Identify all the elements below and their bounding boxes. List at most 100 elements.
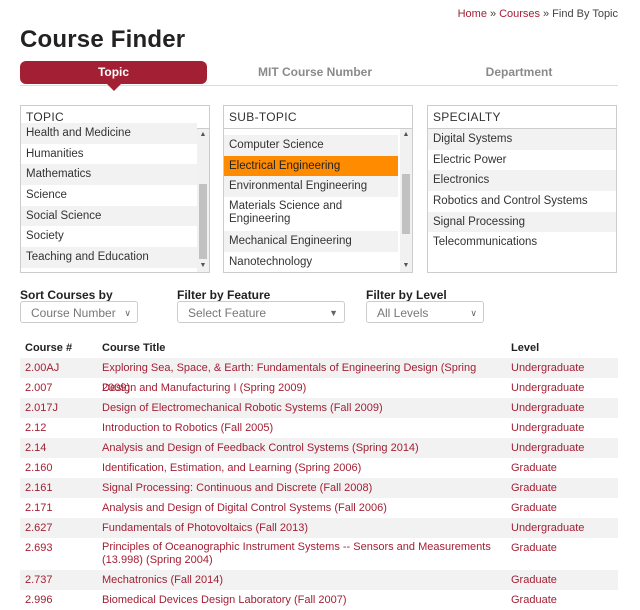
table-row: 2.14 Analysis and Design of Feedback Cont…: [20, 438, 618, 458]
table-row: 2.627 Fundamentals of Photovoltaics (Fall…: [20, 518, 618, 538]
course-level-link[interactable]: Graduate: [511, 570, 557, 590]
table-row: 2.017J Design of Electromechanical Roboti…: [20, 398, 618, 418]
specialty-item[interactable]: Telecommunications: [428, 232, 616, 253]
subtopic-item[interactable]: Nanotechnology: [224, 252, 398, 272]
specialty-header: SPECIALTY: [428, 106, 616, 129]
chevron-down-icon: ∨: [124, 308, 131, 318]
breadcrumb-current: Find By Topic: [552, 8, 618, 20]
scroll-up-icon[interactable]: ▲: [197, 129, 209, 141]
course-number-link[interactable]: 2.14: [25, 438, 46, 458]
table-header: Course # Course Title Level: [20, 338, 618, 358]
course-title-link[interactable]: Signal Processing: Continuous and Discre…: [102, 478, 507, 498]
col-course-number: Course #: [25, 342, 73, 354]
course-title-link[interactable]: Analysis and Design of Digital Control S…: [102, 498, 507, 518]
course-table: Course # Course Title Level 2.00AJ Explor…: [20, 338, 618, 610]
course-number-link[interactable]: 2.007: [25, 378, 53, 398]
level-label: Filter by Level: [366, 288, 447, 302]
topic-item[interactable]: Science: [21, 185, 197, 206]
course-title-link[interactable]: Analysis and Design of Feedback Control …: [102, 438, 507, 458]
course-title-link[interactable]: Mechatronics (Fall 2014): [102, 570, 507, 590]
subtopic-item[interactable]: Materials Science and Engineering: [224, 197, 398, 231]
scroll-down-icon[interactable]: ▼: [400, 260, 412, 272]
subtopic-header: SUB-TOPIC: [224, 106, 412, 129]
subtopic-scrollbar[interactable]: ▲ ▼: [400, 129, 412, 272]
course-level-link[interactable]: Graduate: [511, 478, 557, 498]
specialty-item[interactable]: Signal Processing: [428, 211, 616, 233]
breadcrumb-separator: »: [543, 8, 550, 20]
specialty-item[interactable]: Robotics and Control Systems: [428, 191, 616, 212]
tab-topic[interactable]: Topic: [20, 61, 207, 91]
table-row: 2.693 Principles of Oceanographic Instrum…: [20, 538, 618, 570]
caret-down-icon: ▼: [329, 308, 338, 318]
course-level-link[interactable]: Graduate: [511, 538, 557, 558]
topic-item[interactable]: Health and Medicine: [21, 123, 197, 144]
course-level-link[interactable]: Undergraduate: [511, 418, 584, 438]
course-level-link[interactable]: Undergraduate: [511, 518, 584, 538]
course-number-link[interactable]: 2.693: [25, 538, 53, 558]
topic-item[interactable]: Mathematics: [21, 164, 197, 186]
course-number-link[interactable]: 2.171: [25, 498, 53, 518]
course-level-link[interactable]: Graduate: [511, 498, 557, 518]
sort-select-value: Course Number: [31, 306, 116, 320]
subtopic-item[interactable]: Computer Science: [224, 135, 398, 156]
course-level-link[interactable]: Graduate: [511, 590, 557, 610]
specialty-item[interactable]: Digital Systems: [428, 129, 616, 150]
topic-item[interactable]: Social Science: [21, 205, 197, 227]
scroll-down-icon[interactable]: ▼: [197, 260, 209, 272]
course-level-link[interactable]: Undergraduate: [511, 378, 584, 398]
table-row: 2.161 Signal Processing: Continuous and D…: [20, 478, 618, 498]
subtopic-item[interactable]: Mechanical Engineering: [224, 231, 398, 252]
subtopic-scroll-thumb[interactable]: [402, 174, 410, 234]
sort-label: Sort Courses by: [20, 288, 113, 302]
course-number-link[interactable]: 2.161: [25, 478, 53, 498]
course-number-link[interactable]: 2.017J: [25, 398, 58, 418]
course-number-link[interactable]: 2.737: [25, 570, 53, 590]
course-number-link[interactable]: 2.12: [25, 418, 46, 438]
col-course-title: Course Title: [102, 342, 166, 354]
table-row: 2.996 Biomedical Devices Design Laborator…: [20, 590, 618, 610]
tab-mit-course-number[interactable]: MIT Course Number: [220, 61, 410, 84]
course-number-link[interactable]: 2.996: [25, 590, 53, 610]
topic-item[interactable]: Humanities: [21, 144, 197, 165]
breadcrumb: Home» Courses» Find By Topic: [458, 8, 618, 20]
course-title-link[interactable]: Fundamentals of Photovoltaics (Fall 2013…: [102, 518, 507, 538]
course-title-link[interactable]: Principles of Oceanographic Instrument S…: [102, 541, 507, 567]
course-level-link[interactable]: Graduate: [511, 458, 557, 478]
course-level-link[interactable]: Undergraduate: [511, 438, 584, 458]
breadcrumb-home-link[interactable]: Home: [458, 8, 487, 20]
course-title-link[interactable]: Identification, Estimation, and Learning…: [102, 458, 507, 478]
topic-scroll-thumb[interactable]: [199, 184, 207, 259]
table-row: 2.171 Analysis and Design of Digital Cont…: [20, 498, 618, 518]
subtopic-item-selected[interactable]: Electrical Engineering: [224, 155, 398, 177]
topic-panel: TOPIC Health and Medicine Humanities Mat…: [20, 105, 210, 273]
table-body: 2.00AJ Exploring Sea, Space, & Earth: Fun…: [20, 358, 618, 610]
topic-item[interactable]: Society: [21, 226, 197, 247]
topic-scrollbar[interactable]: ▲ ▼: [197, 129, 209, 272]
subtopic-panel: SUB-TOPIC Computer Science Electrical En…: [223, 105, 413, 273]
course-number-link[interactable]: 2.627: [25, 518, 53, 538]
course-number-link[interactable]: 2.160: [25, 458, 53, 478]
course-title-link[interactable]: Design and Manufacturing I (Spring 2009): [102, 378, 507, 398]
sort-select[interactable]: Course Number ∨: [20, 301, 138, 323]
chevron-down-icon: ∨: [470, 308, 477, 318]
tab-topic-label: Topic: [97, 65, 130, 79]
breadcrumb-separator: »: [489, 8, 497, 20]
breadcrumb-courses-link[interactable]: Courses: [499, 8, 540, 20]
feature-select[interactable]: Select Feature ▼: [177, 301, 345, 323]
topic-item[interactable]: Teaching and Education: [21, 247, 197, 268]
table-row: 2.12 Introduction to Robotics (Fall 2005)…: [20, 418, 618, 438]
course-title-link[interactable]: Design of Electromechanical Robotic Syst…: [102, 398, 507, 418]
scroll-up-icon[interactable]: ▲: [400, 129, 412, 141]
course-title-link[interactable]: Introduction to Robotics (Fall 2005): [102, 418, 507, 438]
level-select[interactable]: All Levels ∨: [366, 301, 484, 323]
course-title-link[interactable]: Biomedical Devices Design Laboratory (Fa…: [102, 590, 507, 610]
specialty-item[interactable]: Electric Power: [428, 150, 616, 171]
subtopic-item[interactable]: Environmental Engineering: [224, 176, 398, 198]
table-row: 2.160 Identification, Estimation, and Lea…: [20, 458, 618, 478]
tab-department[interactable]: Department: [420, 61, 618, 84]
course-level-link[interactable]: Undergraduate: [511, 358, 584, 378]
subtopic-list: Computer Science Electrical Engineering …: [224, 135, 398, 272]
course-number-link[interactable]: 2.00AJ: [25, 358, 59, 378]
specialty-item[interactable]: Electronics: [428, 170, 616, 192]
course-level-link[interactable]: Undergraduate: [511, 398, 584, 418]
